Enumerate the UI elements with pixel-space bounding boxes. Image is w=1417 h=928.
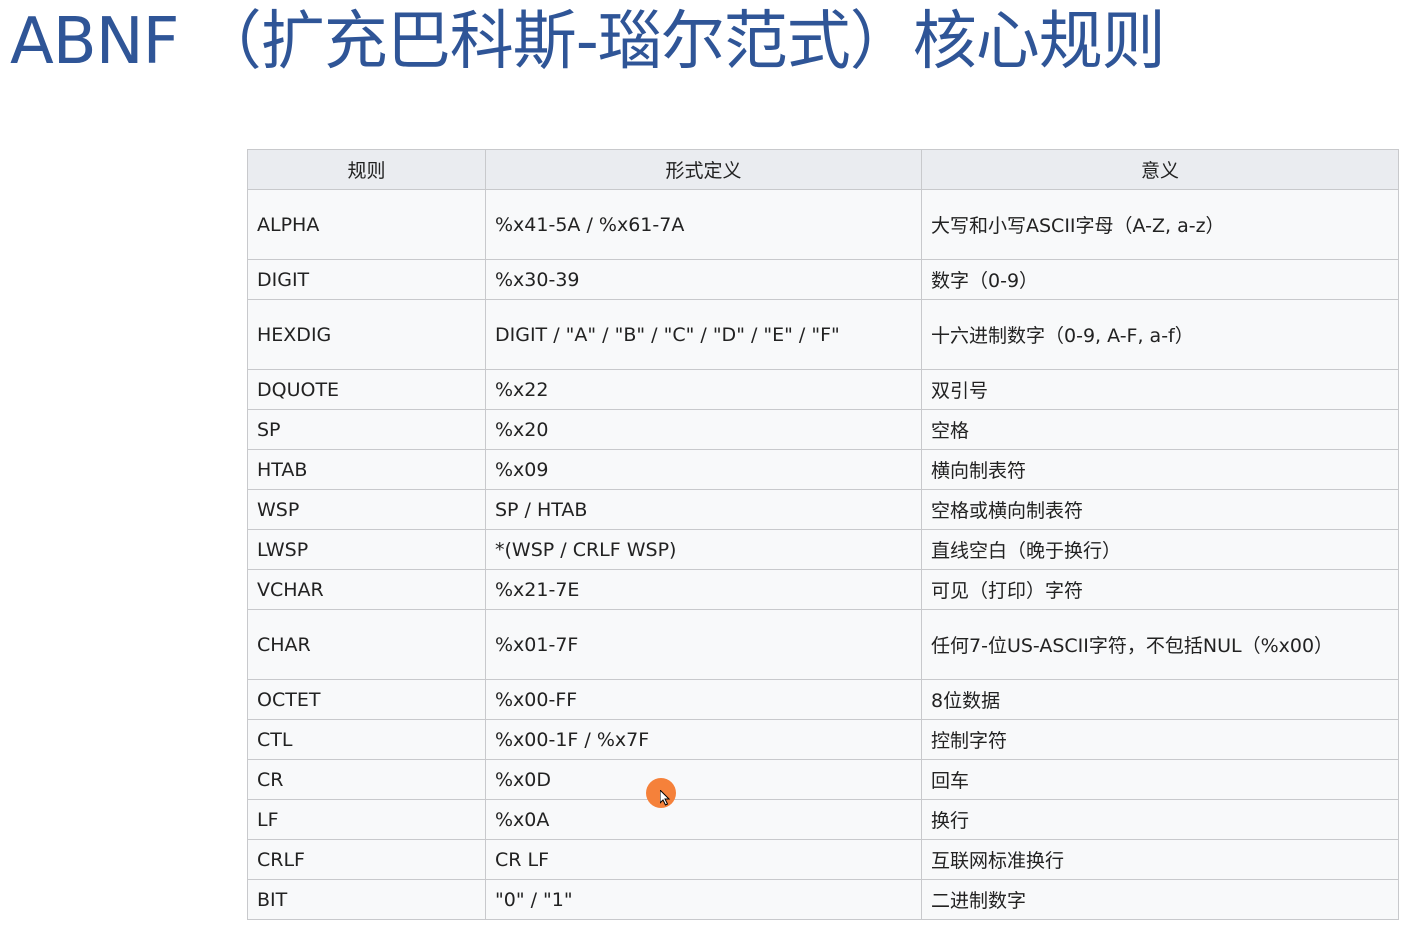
- cell-meaning: 换行: [921, 799, 1399, 840]
- cell-meaning: 回车: [921, 759, 1399, 800]
- cell-rule: DQUOTE: [247, 369, 486, 410]
- table-row: CR %x0D 回车: [247, 759, 1399, 800]
- cell-definition: %x22: [485, 369, 922, 410]
- table-row: WSP SP / HTAB 空格或横向制表符: [247, 489, 1399, 530]
- cell-meaning: 可见（打印）字符: [921, 569, 1399, 610]
- cell-meaning: 互联网标准换行: [921, 839, 1399, 880]
- table-header-row: 规则 形式定义 意义: [247, 149, 1399, 190]
- cell-definition: "0" / "1": [485, 879, 922, 920]
- cell-rule: OCTET: [247, 679, 486, 720]
- table-row: SP %x20 空格: [247, 409, 1399, 450]
- mouse-cursor-highlight: [646, 778, 676, 808]
- table-row: LF %x0A 换行: [247, 799, 1399, 840]
- table-row: CTL %x00-1F / %x7F 控制字符: [247, 719, 1399, 760]
- cell-meaning: 数字（0-9）: [921, 259, 1399, 300]
- table-row: LWSP *(WSP / CRLF WSP) 直线空白（晚于换行）: [247, 529, 1399, 570]
- cell-meaning: 控制字符: [921, 719, 1399, 760]
- table-row: DQUOTE %x22 双引号: [247, 369, 1399, 410]
- table-row: OCTET %x00-FF 8位数据: [247, 679, 1399, 720]
- cell-definition: %x0A: [485, 799, 922, 840]
- cell-meaning: 二进制数字: [921, 879, 1399, 920]
- cell-rule: SP: [247, 409, 486, 450]
- table-row: CRLF CR LF 互联网标准换行: [247, 839, 1399, 880]
- cell-definition: %x09: [485, 449, 922, 490]
- cell-definition: %x41-5A / %x61-7A: [485, 189, 922, 260]
- header-rule: 规则: [247, 149, 486, 190]
- table-row: HEXDIG DIGIT / "A" / "B" / "C" / "D" / "E…: [247, 299, 1399, 370]
- slide-title: ABNF （扩充巴科斯-瑙尔范式）核心规则: [10, 5, 1166, 79]
- cell-definition: %x00-1F / %x7F: [485, 719, 922, 760]
- cell-meaning: 大写和小写ASCII字母（A-Z, a-z）: [921, 189, 1399, 260]
- cell-meaning: 空格: [921, 409, 1399, 450]
- cell-definition: %x20: [485, 409, 922, 450]
- cell-rule: CR: [247, 759, 486, 800]
- cell-meaning: 空格或横向制表符: [921, 489, 1399, 530]
- cell-definition: %x21-7E: [485, 569, 922, 610]
- cursor-arrow-icon: [660, 790, 671, 806]
- cell-meaning: 直线空白（晚于换行）: [921, 529, 1399, 570]
- cell-rule: LWSP: [247, 529, 486, 570]
- header-definition: 形式定义: [485, 149, 922, 190]
- table-row: CHAR %x01-7F 任何7-位US-ASCII字符，不包括NUL（%x00）: [247, 609, 1399, 680]
- cell-meaning: 十六进制数字（0-9, A-F, a-f）: [921, 299, 1399, 370]
- abnf-rules-table: 规则 形式定义 意义 ALPHA %x41-5A / %x61-7A 大写和小写AS…: [247, 149, 1399, 920]
- cell-meaning: 任何7-位US-ASCII字符，不包括NUL（%x00）: [921, 609, 1399, 680]
- table-row: DIGIT %x30-39 数字（0-9）: [247, 259, 1399, 300]
- cell-meaning: 双引号: [921, 369, 1399, 410]
- cell-rule: CTL: [247, 719, 486, 760]
- cell-definition: %x30-39: [485, 259, 922, 300]
- cell-rule: BIT: [247, 879, 486, 920]
- table-row: HTAB %x09 横向制表符: [247, 449, 1399, 490]
- cell-definition: *(WSP / CRLF WSP): [485, 529, 922, 570]
- cell-rule: CRLF: [247, 839, 486, 880]
- cell-definition: %x0D: [485, 759, 922, 800]
- cell-rule: VCHAR: [247, 569, 486, 610]
- table-row: VCHAR %x21-7E 可见（打印）字符: [247, 569, 1399, 610]
- cell-rule: LF: [247, 799, 486, 840]
- cell-definition: DIGIT / "A" / "B" / "C" / "D" / "E" / "F…: [485, 299, 922, 370]
- cell-meaning: 8位数据: [921, 679, 1399, 720]
- table-row: BIT "0" / "1" 二进制数字: [247, 879, 1399, 920]
- cell-rule: HEXDIG: [247, 299, 486, 370]
- cell-definition: CR LF: [485, 839, 922, 880]
- cell-rule: HTAB: [247, 449, 486, 490]
- cell-definition: %x00-FF: [485, 679, 922, 720]
- cell-rule: WSP: [247, 489, 486, 530]
- table-row: ALPHA %x41-5A / %x61-7A 大写和小写ASCII字母（A-Z, …: [247, 189, 1399, 260]
- cell-definition: SP / HTAB: [485, 489, 922, 530]
- cell-rule: CHAR: [247, 609, 486, 680]
- header-meaning: 意义: [921, 149, 1399, 190]
- cell-rule: ALPHA: [247, 189, 486, 260]
- cell-rule: DIGIT: [247, 259, 486, 300]
- cell-definition: %x01-7F: [485, 609, 922, 680]
- cell-meaning: 横向制表符: [921, 449, 1399, 490]
